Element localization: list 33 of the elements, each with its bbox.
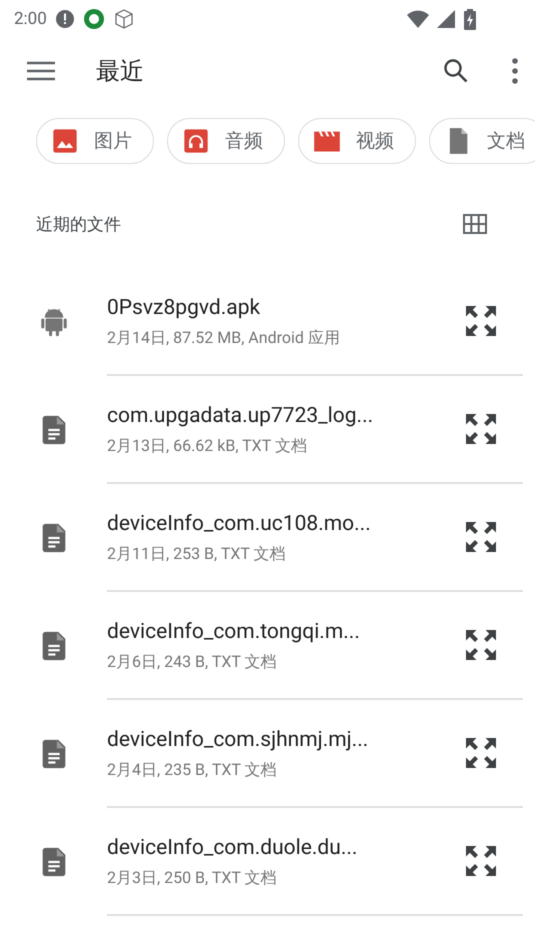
file-name: 0Psvz8pgvd.apk (107, 296, 262, 320)
toolbar-title: 最近 (96, 56, 145, 87)
file-details: 2月4日, 235 B, TXT 文档 (107, 760, 278, 780)
image-icon (51, 127, 79, 155)
cube-icon (112, 8, 135, 30)
file-details: 2月3日, 250 B, TXT 文档 (107, 868, 278, 888)
app-notification-icon (82, 8, 105, 30)
expand-icon[interactable] (463, 627, 499, 663)
file-details: 2月11日, 253 B, TXT 文档 (107, 544, 287, 564)
file-name: deviceInfo_com.sjhnmj.mj... (107, 728, 370, 752)
signal-icon (437, 10, 455, 28)
file-name: com.upgadata.up7723_log... (107, 404, 374, 428)
filter-chip[interactable]: 视频 (298, 118, 416, 164)
expand-icon[interactable] (463, 519, 499, 555)
expand-icon[interactable] (463, 303, 499, 339)
alert-icon (54, 9, 75, 29)
file-name: deviceInfo_com.uc108.mo... (107, 512, 372, 536)
filter-chip[interactable]: 文档 (429, 118, 535, 164)
battery-icon (463, 8, 477, 30)
file-name: deviceInfo_com.tongqi.m... (107, 620, 361, 644)
file-details: 2月14日, 87.52 MB, Android 应用 (107, 328, 341, 348)
expand-icon[interactable] (463, 843, 499, 879)
status-time: 2:00 (14, 9, 47, 29)
wifi-icon (407, 10, 429, 28)
expand-icon[interactable] (463, 411, 499, 447)
headphones-icon (182, 127, 210, 155)
file-details: 2月6日, 243 B, TXT 文档 (107, 652, 278, 672)
filter-chip[interactable]: 图片 (36, 118, 154, 164)
filter-chip[interactable]: 音频 (167, 118, 285, 164)
expand-icon[interactable] (463, 735, 499, 771)
file-details: 2月13日, 66.62 kB, TXT 文档 (107, 436, 308, 456)
file-name: deviceInfo_com.duole.du... (107, 836, 358, 860)
section-title: 近期的文件 (36, 214, 121, 236)
